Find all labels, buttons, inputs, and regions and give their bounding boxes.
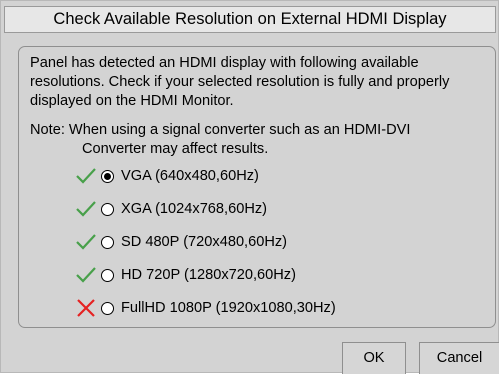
check-icon bbox=[75, 265, 97, 285]
dialog-title: Check Available Resolution on External H… bbox=[4, 6, 496, 33]
radio-button-xga[interactable] bbox=[101, 202, 114, 216]
check-icon bbox=[75, 199, 97, 219]
resolution-label: HD 720P (1280x720,60Hz) bbox=[121, 267, 296, 283]
note-line-1: Note: When using a signal converter such… bbox=[30, 122, 411, 138]
resolution-label: XGA (1024x768,60Hz) bbox=[121, 201, 268, 217]
check-icon bbox=[75, 232, 97, 252]
resolution-label: SD 480P (720x480,60Hz) bbox=[121, 234, 288, 250]
resolution-row-sd480p[interactable]: SD 480P (720x480,60Hz) bbox=[75, 231, 287, 253]
cancel-button[interactable]: Cancel bbox=[419, 342, 499, 374]
radio-button-fullhd1080p[interactable] bbox=[101, 301, 114, 315]
note-text: Note: When using a signal converter such… bbox=[30, 121, 490, 159]
radio-button-vga[interactable] bbox=[101, 169, 114, 183]
resolution-row-fullhd1080p[interactable]: FullHD 1080P (1920x1080,30Hz) bbox=[75, 297, 336, 319]
ok-button[interactable]: OK bbox=[342, 342, 406, 374]
note-line-2: Converter may affect results. bbox=[82, 141, 269, 157]
check-icon bbox=[75, 166, 97, 186]
resolution-label: FullHD 1080P (1920x1080,30Hz) bbox=[121, 300, 336, 316]
resolution-label: VGA (640x480,60Hz) bbox=[121, 168, 259, 184]
radio-button-hd720p[interactable] bbox=[101, 268, 114, 282]
intro-text: Panel has detected an HDMI display with … bbox=[30, 55, 450, 109]
resolution-row-hd720p[interactable]: HD 720P (1280x720,60Hz) bbox=[75, 264, 296, 286]
dialog: Check Available Resolution on External H… bbox=[0, 0, 499, 374]
cross-icon bbox=[75, 298, 97, 318]
resolution-row-xga[interactable]: XGA (1024x768,60Hz) bbox=[75, 198, 267, 220]
resolution-row-vga[interactable]: VGA (640x480,60Hz) bbox=[75, 165, 259, 187]
radio-button-sd480p[interactable] bbox=[101, 235, 114, 249]
